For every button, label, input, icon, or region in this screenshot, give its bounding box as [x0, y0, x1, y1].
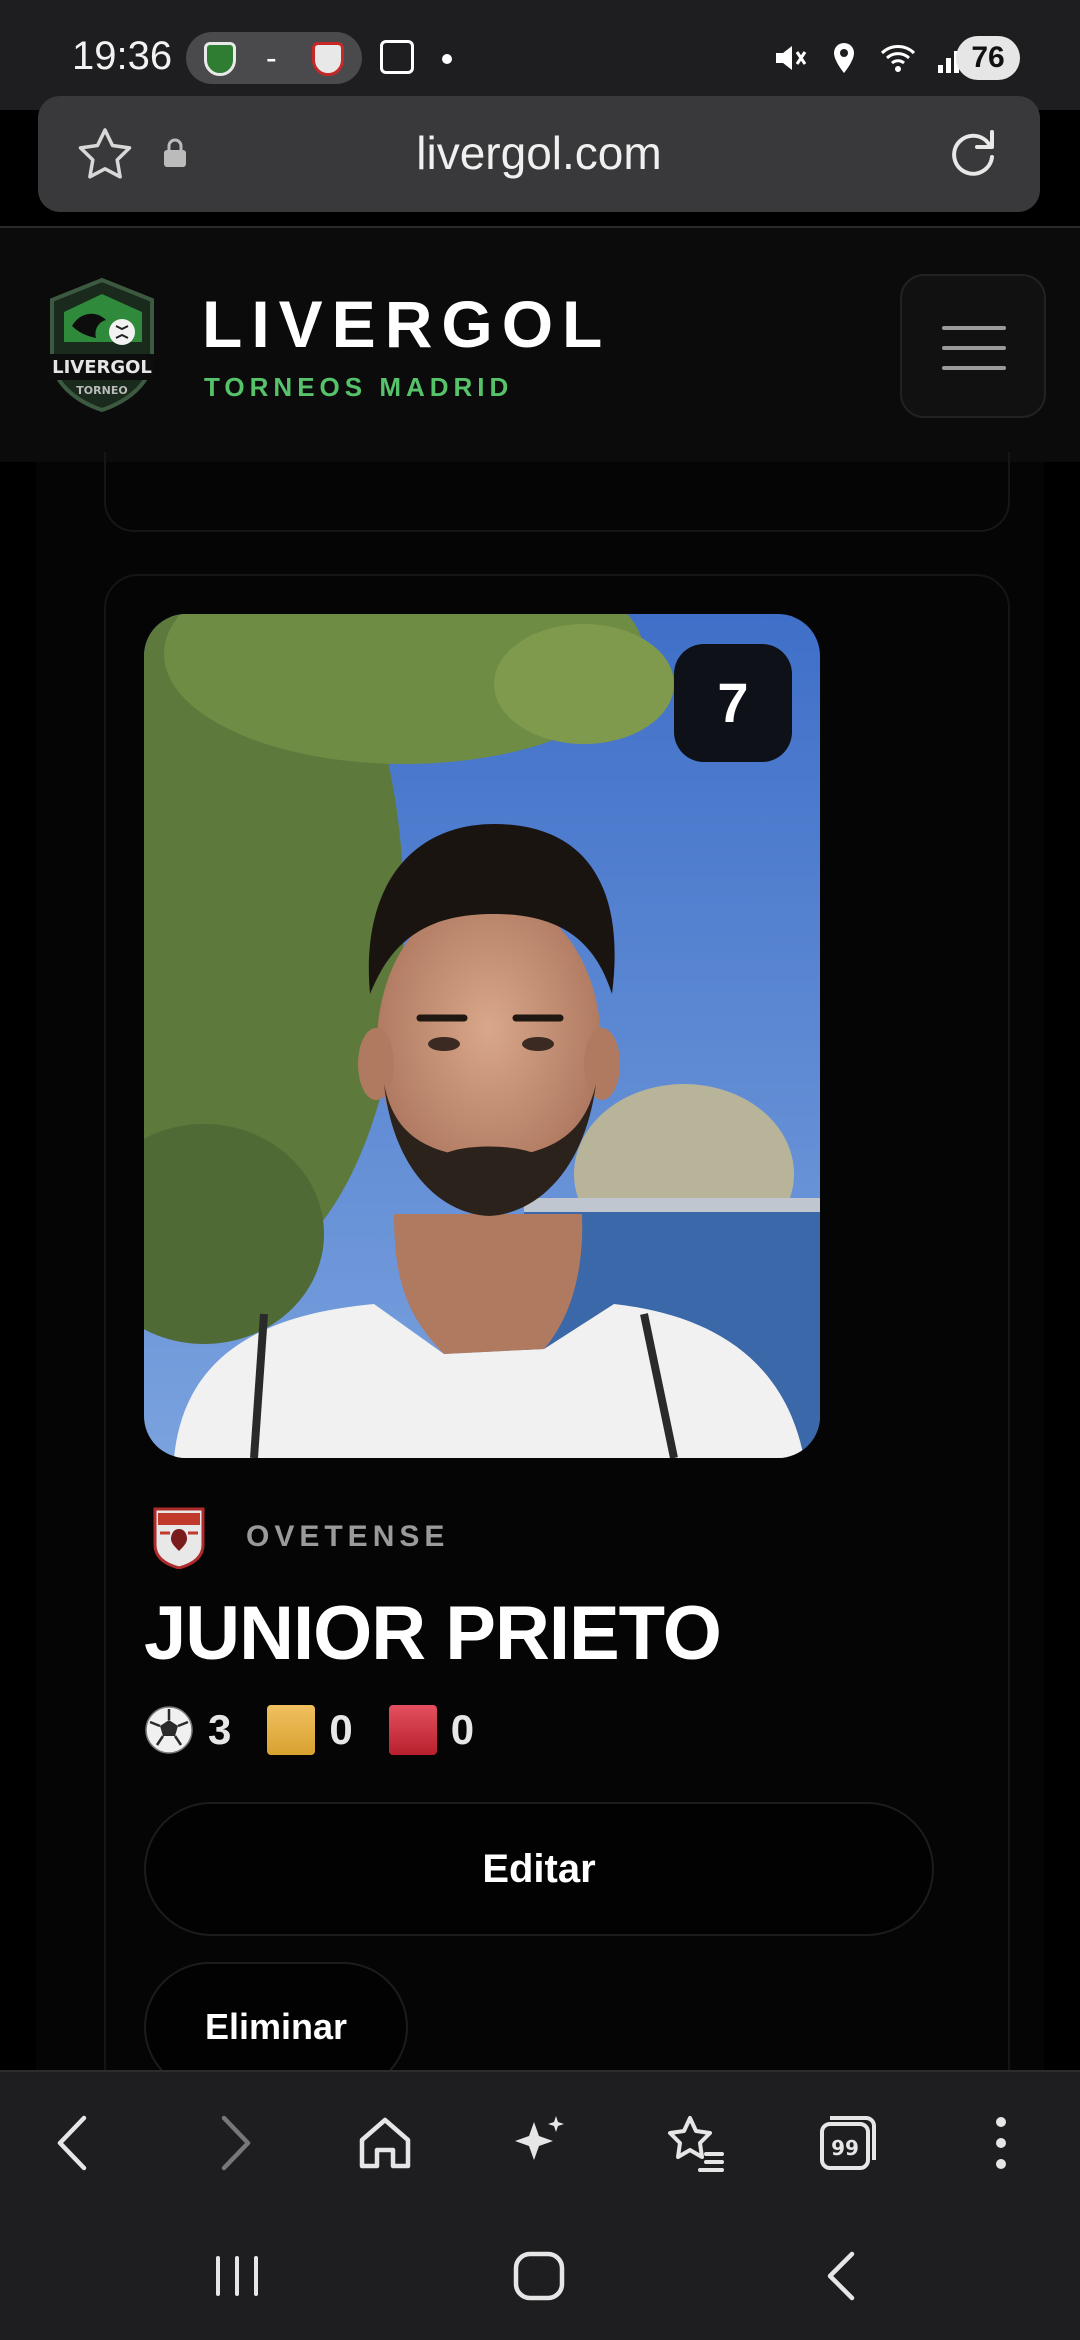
- status-icons: [772, 38, 970, 78]
- red-cards-stat: 0: [388, 1705, 475, 1755]
- yellow-card-icon: [267, 1705, 316, 1755]
- recent-apps-icon[interactable]: [202, 2246, 272, 2306]
- reload-icon[interactable]: [944, 124, 1002, 182]
- hamburger-menu-button[interactable]: [900, 274, 1046, 418]
- main-content: 7 OVETENSE JUNIOR PRIETO 3 0 0 Editar El…: [36, 452, 1044, 2134]
- svg-text:TORNEO: TORNEO: [76, 384, 127, 397]
- sparkle-icon[interactable]: [504, 2108, 574, 2178]
- browser-toolbar: 99: [0, 2070, 1080, 2210]
- tabs-icon[interactable]: 99: [812, 2108, 882, 2178]
- url-text[interactable]: livergol.com: [38, 126, 1040, 180]
- site-header: LIVERGOL TORNEO LIVERGOL TORNEOS MADRID: [0, 226, 1080, 462]
- back-icon[interactable]: [40, 2108, 110, 2178]
- team-name[interactable]: OVETENSE: [246, 1520, 449, 1554]
- goals-value: 3: [208, 1706, 232, 1753]
- home-nav-icon[interactable]: [504, 2246, 574, 2306]
- brand-title: LIVERGOL: [202, 287, 612, 361]
- soccer-ball-icon: [145, 1706, 193, 1754]
- away-team-icon: [312, 42, 344, 76]
- svg-text:99: 99: [831, 2136, 859, 2160]
- home-team-icon: [204, 42, 236, 76]
- yellow-cards-value: 0: [329, 1706, 353, 1753]
- forward-icon[interactable]: [198, 2108, 268, 2178]
- battery-indicator: 76: [956, 36, 1020, 80]
- red-cards-value: 0: [450, 1706, 475, 1753]
- live-score-pill[interactable]: -: [186, 32, 362, 84]
- player-stats: 3 0 0: [144, 1702, 510, 1758]
- score-separator: -: [266, 40, 277, 76]
- menu-line-icon: [942, 366, 1006, 370]
- status-bar: 19:36 - 76: [0, 0, 1080, 110]
- mute-icon: [776, 46, 807, 70]
- screenshot-icon: [380, 40, 414, 74]
- notification-dot-icon: [442, 54, 452, 64]
- livergol-logo[interactable]: LIVERGOL TORNEO: [46, 276, 158, 412]
- goals-stat: 3: [144, 1705, 231, 1755]
- screen: 19:36 - 76 livergol.com LIVERGOL TORNEO …: [0, 0, 1080, 2340]
- red-card-icon: [388, 1705, 437, 1755]
- svg-text:LIVERGOL: LIVERGOL: [52, 357, 152, 378]
- brand-subtitle: TORNEOS MADRID: [204, 372, 514, 402]
- shirt-number-badge: 7: [674, 644, 792, 762]
- back-nav-icon[interactable]: [806, 2246, 876, 2306]
- player-photo: 7: [144, 614, 820, 1458]
- status-time: 19:36: [72, 34, 173, 78]
- previous-player-card: [104, 452, 1010, 532]
- address-bar[interactable]: livergol.com: [38, 96, 1040, 212]
- yellow-cards-stat: 0: [267, 1705, 353, 1755]
- edit-button[interactable]: Editar: [144, 1802, 934, 1936]
- menu-line-icon: [942, 326, 1006, 330]
- wifi-icon: [880, 45, 916, 72]
- team-row: OVETENSE: [152, 1502, 449, 1572]
- bookmarks-icon[interactable]: [660, 2108, 730, 2178]
- player-name: JUNIOR PRIETO: [144, 1591, 722, 1676]
- location-icon: [834, 43, 854, 73]
- system-nav-bar: [0, 2210, 1080, 2340]
- home-icon[interactable]: [350, 2108, 420, 2178]
- more-icon[interactable]: [966, 2108, 1036, 2178]
- team-crest-icon: [153, 1507, 205, 1569]
- menu-line-icon: [942, 346, 1006, 350]
